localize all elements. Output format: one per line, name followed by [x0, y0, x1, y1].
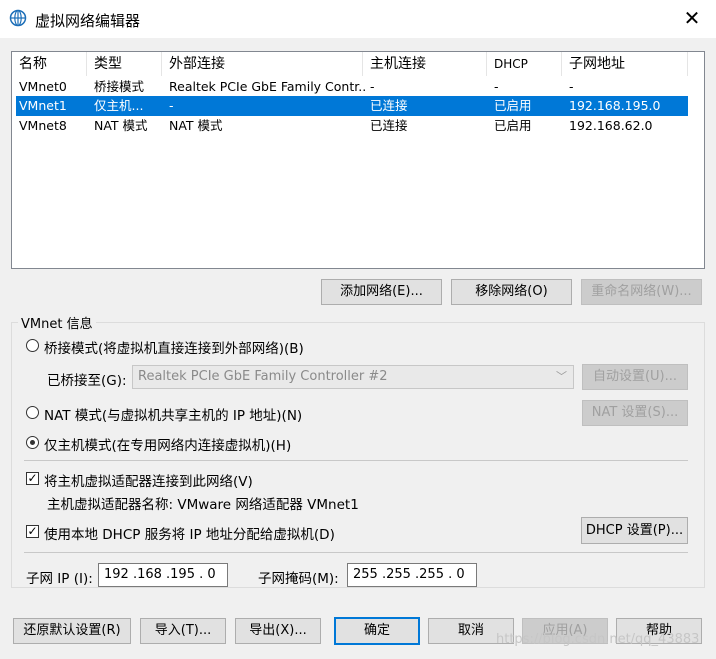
cell-name: VMnet8 — [19, 118, 67, 133]
cell-external: - — [169, 98, 174, 113]
divider — [24, 460, 688, 461]
dhcp-label[interactable]: 使用本地 DHCP 服务将 IP 地址分配给虚拟机(D) — [44, 523, 335, 543]
connect-adapter-label[interactable]: 将主机虚拟适配器连接到此网络(V) — [44, 470, 253, 490]
nat-radio[interactable] — [26, 406, 39, 419]
chevron-down-icon: ﹀ — [556, 370, 567, 383]
cell-external: NAT 模式 — [169, 118, 223, 133]
cell-external: Realtek PCIe GbE Family Contr... — [169, 79, 366, 94]
cell-dhcp: - — [494, 79, 499, 94]
cell-type: NAT 模式 — [94, 118, 148, 133]
subnet-ip-field[interactable]: 192 .168 .195 . 0 — [98, 563, 228, 587]
cell-subnet: 192.168.62.0 — [569, 118, 653, 133]
cell-name: VMnet0 — [19, 79, 67, 94]
column-header-dhcp[interactable]: DHCP — [487, 52, 562, 76]
auto-settings-button[interactable]: 自动设置(U)... — [582, 364, 688, 390]
cell-type: 仅主机... — [94, 98, 144, 113]
network-list[interactable]: 名称 类型 外部连接 主机连接 DHCP 子网地址 VMnet0 桥接模式 Re… — [11, 51, 705, 269]
bridged-to-label: 已桥接至(G): — [47, 373, 127, 389]
close-icon[interactable]: ✕ — [680, 6, 704, 30]
vmnet-info-legend: VMnet 信息 — [18, 313, 96, 332]
hostonly-radio[interactable] — [26, 436, 39, 449]
ok-button[interactable]: 确定 — [334, 617, 420, 645]
list-header: 名称 类型 外部连接 主机连接 DHCP 子网地址 — [12, 52, 704, 76]
column-header-host[interactable]: 主机连接 — [363, 52, 487, 76]
cell-host: 已连接 — [370, 118, 408, 133]
watermark-text: https://blog.csdn.net/qq_43883 — [496, 632, 700, 647]
cell-subnet: - — [569, 79, 574, 94]
restore-defaults-button[interactable]: 还原默认设置(R) — [13, 618, 131, 644]
column-header-type[interactable]: 类型 — [87, 52, 162, 76]
adapter-name-text: 主机虚拟适配器名称: VMware 网络适配器 VMnet1 — [47, 497, 359, 513]
table-row-selected[interactable]: VMnet1 仅主机... - 已连接 已启用 192.168.195.0 — [16, 96, 688, 116]
connect-adapter-checkbox[interactable]: ✓ — [26, 472, 39, 485]
network-globe-icon — [9, 9, 27, 27]
cell-name: VMnet1 — [19, 98, 67, 113]
subnet-mask-field[interactable]: 255 .255 .255 . 0 — [347, 563, 477, 587]
vmnet-info-group — [11, 322, 705, 588]
dhcp-settings-button[interactable]: DHCP 设置(P)... — [581, 517, 688, 544]
cell-host: 已连接 — [370, 98, 408, 113]
bridged-radio[interactable] — [26, 339, 39, 352]
cell-subnet: 192.168.195.0 — [569, 98, 661, 113]
table-row[interactable]: VMnet0 桥接模式 Realtek PCIe GbE Family Cont… — [16, 77, 688, 97]
title-bar: 虚拟网络编辑器 ✕ — [0, 0, 716, 38]
import-button[interactable]: 导入(T)... — [140, 618, 226, 644]
table-row[interactable]: VMnet8 NAT 模式 NAT 模式 已连接 已启用 192.168.62.… — [16, 116, 688, 136]
nat-settings-button[interactable]: NAT 设置(S)... — [582, 400, 688, 426]
divider — [24, 552, 688, 553]
column-header-external[interactable]: 外部连接 — [162, 52, 363, 76]
dhcp-checkbox[interactable]: ✓ — [26, 525, 39, 538]
cell-dhcp: 已启用 — [494, 98, 532, 113]
subnet-ip-label: 子网 IP (I): — [26, 571, 93, 587]
column-header-name[interactable]: 名称 — [12, 52, 87, 76]
column-header-subnet[interactable]: 子网地址 — [562, 52, 688, 76]
add-network-button[interactable]: 添加网络(E)... — [321, 279, 442, 305]
bridged-to-value: Realtek PCIe GbE Family Controller #2 — [138, 369, 388, 384]
bridged-to-select[interactable]: Realtek PCIe GbE Family Controller #2 ﹀ — [132, 365, 574, 389]
nat-radio-label[interactable]: NAT 模式(与虚拟机共享主机的 IP 地址)(N) — [44, 404, 302, 424]
export-button[interactable]: 导出(X)... — [235, 618, 321, 644]
cell-dhcp: 已启用 — [494, 118, 532, 133]
rename-network-button[interactable]: 重命名网络(W)... — [581, 279, 702, 305]
bridged-radio-label[interactable]: 桥接模式(将虚拟机直接连接到外部网络)(B) — [44, 337, 304, 357]
window-title: 虚拟网络编辑器 — [35, 12, 141, 30]
hostonly-radio-label[interactable]: 仅主机模式(在专用网络内连接虚拟机)(H) — [44, 434, 291, 454]
remove-network-button[interactable]: 移除网络(O) — [451, 279, 572, 305]
cell-type: 桥接模式 — [94, 79, 145, 94]
subnet-mask-label: 子网掩码(M): — [258, 571, 339, 587]
cell-host: - — [370, 79, 375, 94]
